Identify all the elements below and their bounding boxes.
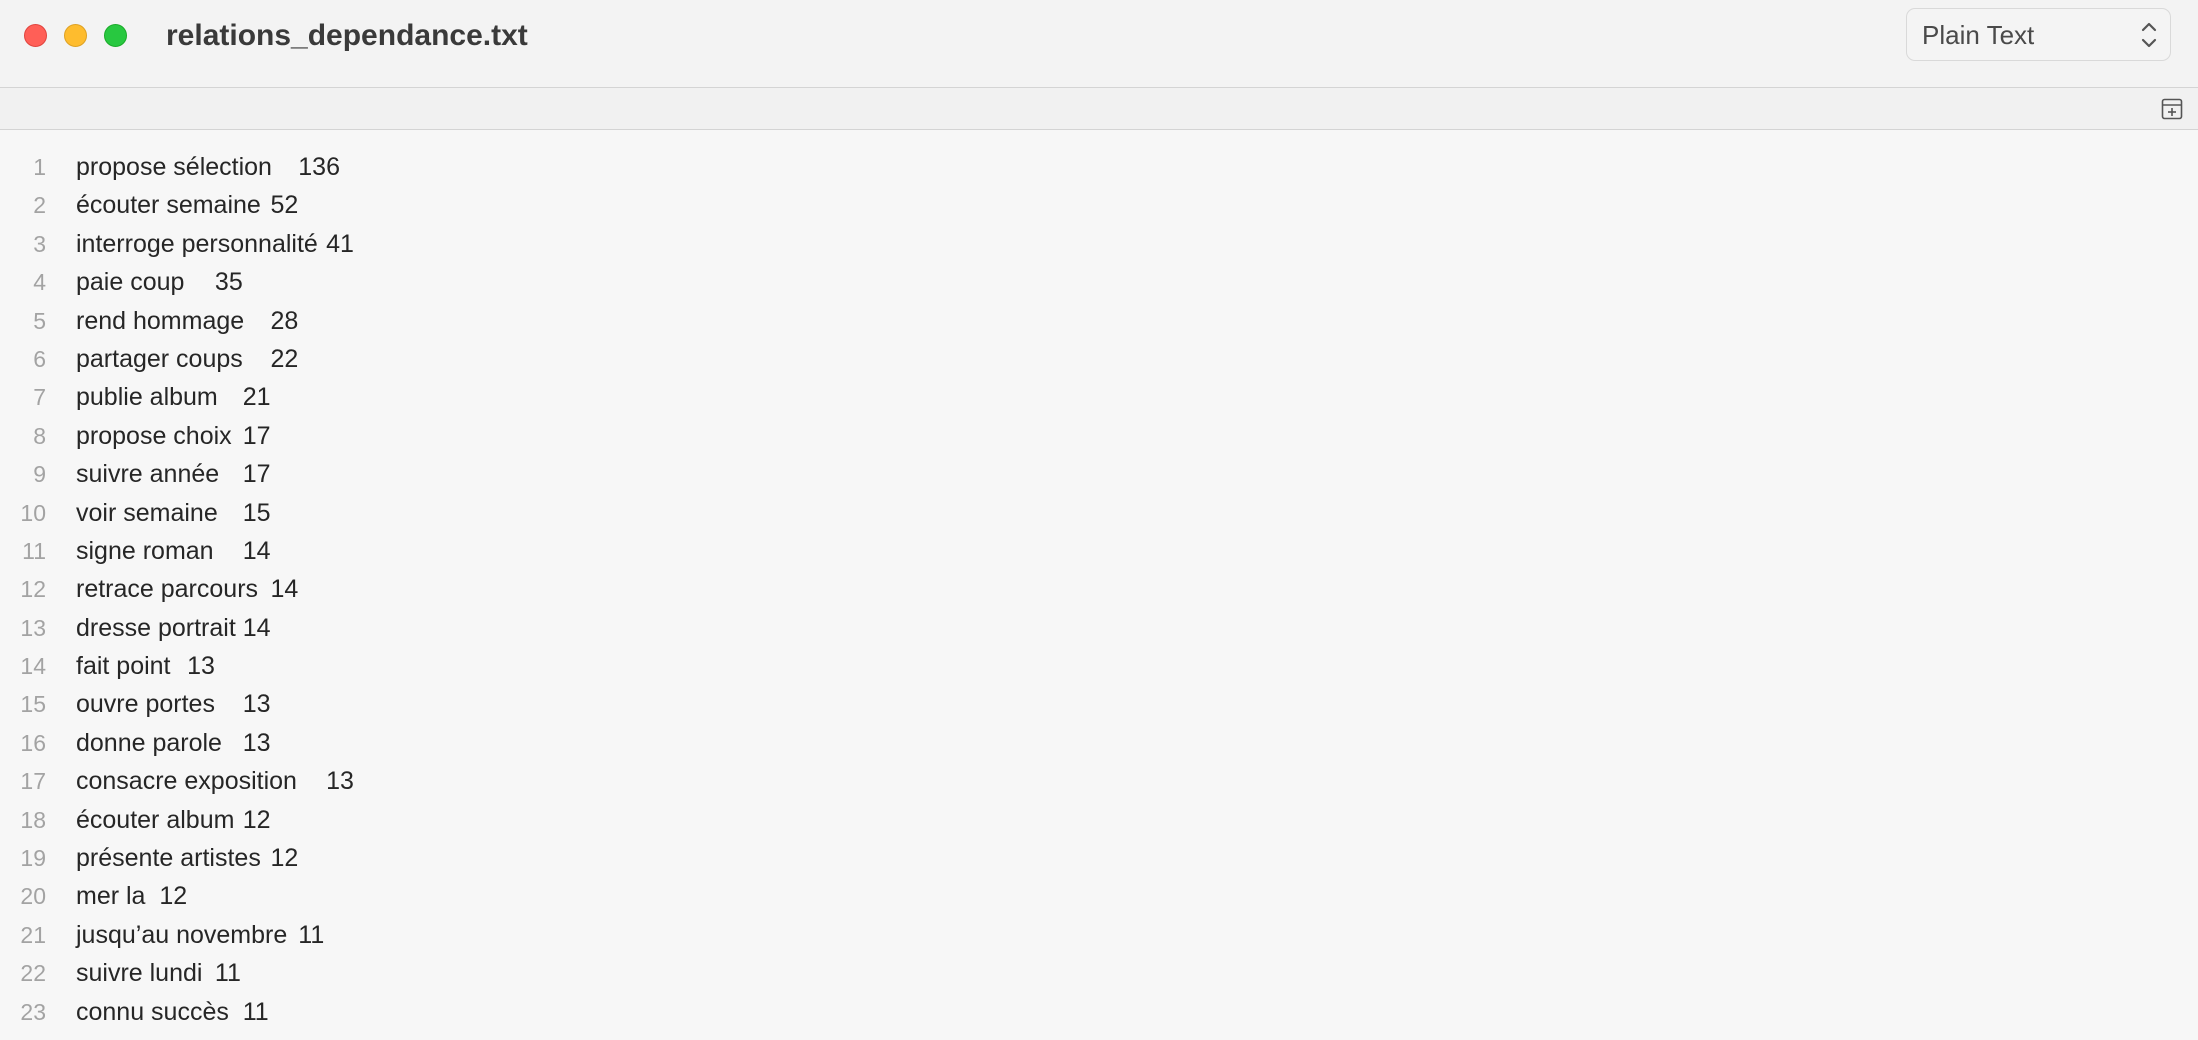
line-text[interactable]: mer la 12 bbox=[76, 877, 187, 915]
line-number: 16 bbox=[20, 729, 46, 756]
add-section-icon[interactable] bbox=[2161, 98, 2183, 120]
text-editor-window: relations_dependance.txt Plain Text 1 pro… bbox=[0, 0, 2198, 1040]
line-number: 12 bbox=[20, 576, 46, 603]
title-bar: relations_dependance.txt Plain Text bbox=[0, 0, 2198, 88]
text-editor-area[interactable]: 1 propose sélection 136 2 écouter semaine 5… bbox=[0, 130, 2198, 1040]
editor-line[interactable]: 20 mer la 12 bbox=[0, 877, 2198, 915]
editor-line[interactable]: 22 suivre lundi 11 bbox=[0, 954, 2198, 992]
line-text[interactable]: propose sélection 136 bbox=[76, 148, 340, 186]
editor-line[interactable]: 9 suivre année 17 bbox=[0, 455, 2198, 493]
line-text[interactable]: fait point 13 bbox=[76, 647, 215, 685]
line-text[interactable]: voir semaine 15 bbox=[76, 494, 271, 532]
editor-line[interactable]: 3 interroge personnalité 41 bbox=[0, 225, 2198, 263]
editor-line[interactable]: 11 signe roman 14 bbox=[0, 532, 2198, 570]
line-text[interactable]: retrace parcours 14 bbox=[76, 570, 298, 608]
close-window-icon[interactable] bbox=[24, 24, 47, 47]
zoom-window-icon[interactable] bbox=[104, 24, 127, 47]
line-text[interactable]: signe roman 14 bbox=[76, 532, 271, 570]
line-number: 18 bbox=[20, 806, 46, 833]
editor-line[interactable]: 13 dresse portrait 14 bbox=[0, 609, 2198, 647]
editor-line[interactable]: 2 écouter semaine 52 bbox=[0, 186, 2198, 224]
line-text[interactable]: publie album 21 bbox=[76, 378, 271, 416]
line-number: 21 bbox=[20, 921, 46, 948]
minimize-window-icon[interactable] bbox=[64, 24, 87, 47]
line-number: 1 bbox=[33, 154, 46, 180]
line-number: 19 bbox=[20, 845, 46, 872]
line-text[interactable]: présente artistes 12 bbox=[76, 839, 298, 877]
line-text[interactable]: dresse portrait 14 bbox=[76, 609, 271, 647]
line-number: 11 bbox=[22, 537, 46, 564]
line-number: 14 bbox=[20, 653, 46, 680]
editor-line[interactable]: 23 connu succès 11 bbox=[0, 993, 2198, 1031]
line-number: 3 bbox=[33, 230, 46, 257]
format-select-value: Plain Text bbox=[1922, 20, 2035, 50]
editor-line[interactable]: 10 voir semaine 15 bbox=[0, 494, 2198, 532]
editor-line[interactable]: 14 fait point 13 bbox=[0, 647, 2198, 685]
window-title: relations_dependance.txt bbox=[166, 19, 528, 52]
line-text[interactable]: interroge personnalité 41 bbox=[76, 225, 354, 263]
format-select[interactable]: Plain Text bbox=[1906, 8, 2171, 61]
line-number: 13 bbox=[20, 614, 46, 641]
line-text[interactable]: rend hommage 28 bbox=[76, 302, 298, 340]
line-text[interactable]: suivre année 17 bbox=[76, 455, 271, 493]
line-text[interactable]: écouter semaine 52 bbox=[76, 186, 298, 224]
line-text[interactable]: jusqu’au novembre 11 bbox=[76, 916, 324, 954]
line-number: 10 bbox=[20, 499, 46, 526]
line-number: 8 bbox=[33, 422, 46, 449]
editor-line[interactable]: 4 paie coup 35 bbox=[0, 263, 2198, 301]
line-number: 9 bbox=[33, 461, 46, 488]
editor-lines: 1 propose sélection 136 2 écouter semaine 5… bbox=[0, 148, 2198, 1031]
line-number: 20 bbox=[20, 883, 46, 910]
editor-line[interactable]: 19 présente artistes 12 bbox=[0, 839, 2198, 877]
editor-line[interactable]: 16 donne parole 13 bbox=[0, 724, 2198, 762]
line-number: 15 bbox=[20, 691, 46, 718]
editor-line[interactable]: 5 rend hommage 28 bbox=[0, 302, 2198, 340]
line-number: 7 bbox=[33, 384, 46, 411]
editor-toolbar-strip bbox=[0, 88, 2198, 130]
editor-line[interactable]: 21 jusqu’au novembre 11 bbox=[0, 916, 2198, 954]
line-number: 5 bbox=[33, 307, 46, 334]
editor-line[interactable]: 15 ouvre portes 13 bbox=[0, 685, 2198, 723]
line-text[interactable]: suivre lundi 11 bbox=[76, 954, 241, 992]
chevron-up-down-icon bbox=[2141, 22, 2157, 48]
editor-line[interactable]: 6 partager coups 22 bbox=[0, 340, 2198, 378]
editor-line[interactable]: 8 propose choix 17 bbox=[0, 417, 2198, 455]
line-text[interactable]: paie coup 35 bbox=[76, 263, 243, 301]
line-number: 17 bbox=[20, 768, 46, 795]
editor-line[interactable]: 1 propose sélection 136 bbox=[0, 148, 2198, 186]
line-text[interactable]: ouvre portes 13 bbox=[76, 685, 271, 723]
editor-line[interactable]: 7 publie album 21 bbox=[0, 378, 2198, 416]
line-text[interactable]: partager coups 22 bbox=[76, 340, 298, 378]
line-text[interactable]: consacre exposition 13 bbox=[76, 762, 354, 800]
line-text[interactable]: propose choix 17 bbox=[76, 417, 271, 455]
line-number: 6 bbox=[33, 345, 46, 372]
line-number: 4 bbox=[33, 269, 46, 296]
editor-line[interactable]: 12 retrace parcours 14 bbox=[0, 570, 2198, 608]
line-text[interactable]: donne parole 13 bbox=[76, 724, 271, 762]
editor-line[interactable]: 18 écouter album 12 bbox=[0, 801, 2198, 839]
editor-line[interactable]: 17 consacre exposition 13 bbox=[0, 762, 2198, 800]
line-text[interactable]: écouter album 12 bbox=[76, 801, 271, 839]
line-number: 23 bbox=[20, 998, 46, 1025]
line-text[interactable]: connu succès 11 bbox=[76, 993, 269, 1031]
line-number: 2 bbox=[33, 192, 46, 219]
line-number: 22 bbox=[20, 960, 46, 987]
